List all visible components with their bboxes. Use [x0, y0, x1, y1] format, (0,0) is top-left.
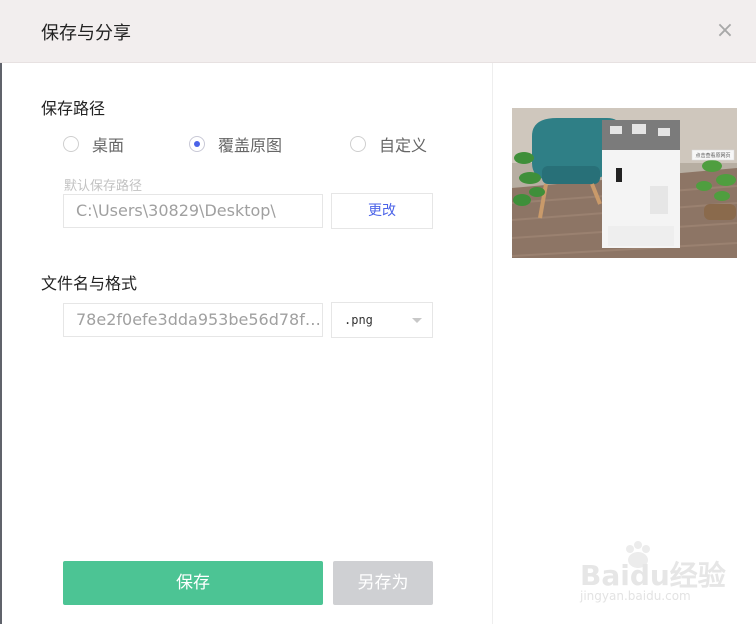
- paw-icon: [626, 541, 650, 568]
- save-path-input[interactable]: C:\Users\30829\Desktop\: [63, 194, 323, 228]
- preview-tag-text: 点击查看原网页: [695, 152, 730, 159]
- radio-label-custom[interactable]: 自定义: [379, 132, 427, 156]
- filename-format-title: 文件名与格式: [41, 274, 138, 293]
- watermark-text: Baidu经验: [580, 559, 726, 592]
- save-path-title: 保存路径: [41, 99, 106, 118]
- chevron-down-icon: [412, 318, 422, 323]
- save-as-button[interactable]: 另存为: [333, 561, 433, 605]
- format-selected-value: .png: [344, 313, 373, 327]
- radio-circle-overwrite[interactable]: [189, 136, 205, 152]
- image-preview: 点击查看原网页: [512, 108, 737, 258]
- radio-desktop[interactable]: 桌面: [63, 133, 124, 155]
- radio-circle-custom[interactable]: [350, 136, 366, 152]
- radio-custom[interactable]: 自定义: [350, 133, 427, 155]
- window-edge: [0, 0, 2, 624]
- preview-image: 点击查看原网页: [512, 108, 737, 258]
- save-share-dialog: 保存与分享 × 保存路径 桌面 覆盖原图 自定义 默认保存路径 C:\Users…: [0, 0, 756, 624]
- baidu-watermark: Baidu经验 jingyan.baidu.com: [580, 538, 756, 608]
- save-path-options: 桌面 覆盖原图 自定义: [63, 133, 443, 155]
- default-path-hint: 默认保存路径: [64, 179, 143, 194]
- watermark-subtext: jingyan.baidu.com: [580, 589, 691, 603]
- change-path-button[interactable]: 更改: [331, 193, 433, 229]
- radio-overwrite-original[interactable]: 覆盖原图: [189, 133, 282, 155]
- format-select[interactable]: .png: [331, 302, 433, 338]
- radio-circle-desktop[interactable]: [63, 136, 79, 152]
- dialog-title: 保存与分享: [41, 23, 131, 44]
- vertical-divider: [492, 63, 493, 624]
- radio-label-desktop[interactable]: 桌面: [92, 132, 124, 156]
- save-button[interactable]: 保存: [63, 561, 323, 605]
- radio-label-overwrite[interactable]: 覆盖原图: [218, 132, 282, 156]
- dialog-header: 保存与分享 ×: [0, 0, 756, 63]
- close-icon[interactable]: ×: [712, 18, 738, 44]
- filename-input[interactable]: 78e2f0efe3dda953be56d78f46...: [63, 303, 323, 337]
